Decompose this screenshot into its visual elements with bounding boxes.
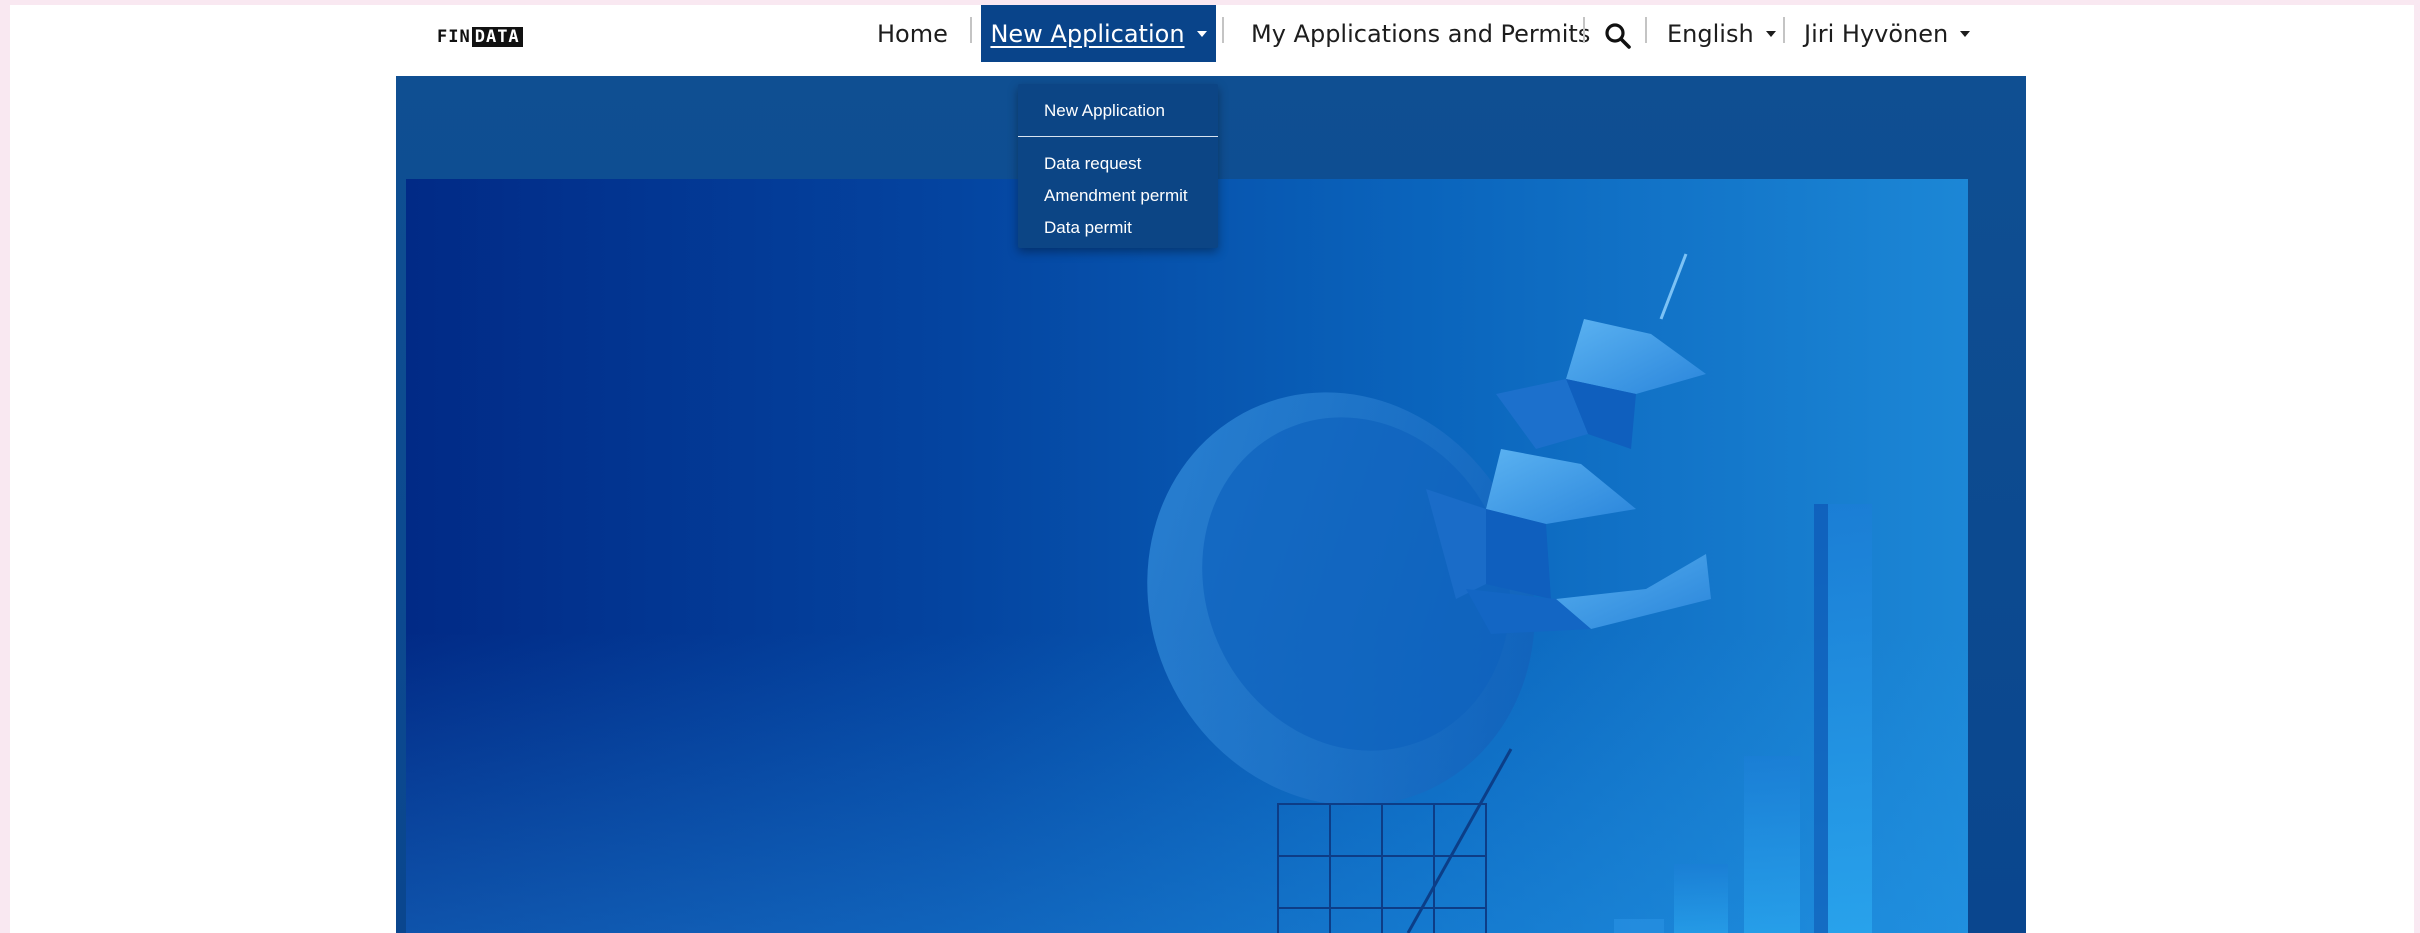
dropdown-item-data-permit[interactable]: Data permit: [1044, 218, 1132, 238]
nav-my-applications-label: My Applications and Permits: [1251, 19, 1591, 48]
nav-separator: [1645, 17, 1647, 43]
nav-home[interactable]: Home: [877, 5, 948, 62]
nav-my-applications[interactable]: My Applications and Permits: [1251, 5, 1590, 62]
nav-user-menu[interactable]: Jiri Hyvönen: [1804, 5, 1971, 62]
caret-down-icon: [1960, 30, 1971, 37]
nav-separator: [1783, 17, 1785, 43]
nav-home-label: Home: [877, 19, 948, 48]
bar-shape: [1814, 504, 1828, 933]
dropdown-item-data-request[interactable]: Data request: [1044, 154, 1141, 174]
logo-part-fin: FIN: [437, 26, 471, 47]
nav-separator: [970, 17, 972, 43]
nav-language-label: English: [1667, 19, 1754, 48]
dropdown-divider: [1018, 136, 1218, 137]
dropdown-header-new-application[interactable]: New Application: [1044, 101, 1165, 121]
block-shape: [1566, 319, 1706, 394]
nav-new-application-label: New Application: [990, 19, 1185, 48]
findata-logo[interactable]: FIN DATA: [437, 26, 523, 47]
bar-shape: [1674, 864, 1728, 933]
nav-separator: [1583, 17, 1585, 43]
logo-part-data: DATA: [471, 26, 523, 47]
hero-image: [406, 179, 1968, 933]
hero-illustration: [1147, 253, 1872, 933]
nav-language[interactable]: English: [1667, 5, 1776, 62]
new-application-dropdown: New Application Data request Amendment p…: [1018, 84, 1218, 248]
search-icon[interactable]: [1604, 22, 1632, 50]
grid-shape: [1277, 803, 1487, 933]
nav-separator: [1222, 17, 1224, 43]
nav-new-application[interactable]: New Application: [981, 5, 1216, 62]
caret-down-icon: [1765, 30, 1776, 37]
caret-down-icon: [1196, 30, 1207, 37]
block-shape: [1486, 449, 1636, 524]
page: FIN DATA Home New Application My Applicat…: [10, 5, 2414, 933]
bar-shape: [1744, 756, 1800, 933]
bar-shape: [1614, 919, 1664, 933]
stick-shape: [1659, 253, 1688, 320]
dropdown-item-amendment-permit[interactable]: Amendment permit: [1044, 186, 1188, 206]
block-shape: [1556, 554, 1711, 629]
nav-user-label: Jiri Hyvönen: [1804, 19, 1949, 48]
